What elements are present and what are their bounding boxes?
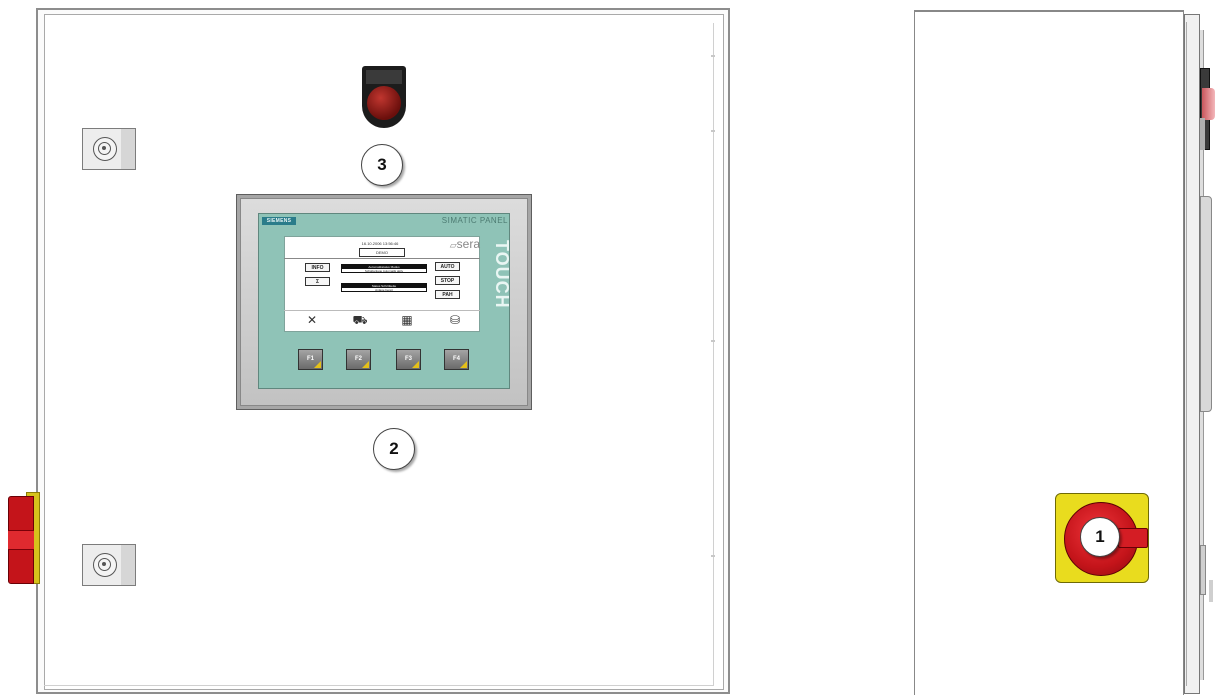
table-icon[interactable]: ▦ [397,313,417,327]
pah-button[interactable]: PAH [435,290,460,299]
function-key-f4[interactable]: F4 [444,349,469,370]
screen-divider [284,310,480,311]
auto-button[interactable]: AUTO [435,262,460,271]
brand-logo: SIEMENS [262,217,296,225]
door-lock-bottom[interactable] [82,544,136,586]
function-key-f3[interactable]: F3 [396,349,421,370]
side-cabinet-top-edge [914,10,1184,12]
panel-model-label: SIMATIC PANEL [441,216,508,225]
door-edge-mark [711,555,715,557]
callout-main-switch: 1 [1080,517,1120,557]
door-edge-mark [711,340,715,342]
main-switch-grip [8,530,34,550]
signal-lamp-lens [367,86,401,120]
status-mode-block: Automatikstatus Modus Schaltanlage Autom… [341,264,427,273]
function-key-f2[interactable]: F2 [346,349,371,370]
screen-divider [284,258,480,259]
touch-label: TOUCH [492,240,512,309]
sum-button[interactable]: Σ [305,277,330,286]
callout-lamp: 3 [361,144,403,186]
side-lock-bottom [1200,545,1206,595]
pump-icon[interactable]: ⛟ [350,313,370,329]
main-switch-handle[interactable] [1118,528,1148,548]
side-hmi-profile [1200,196,1212,412]
signal-lamp [362,66,406,128]
side-lamp-lens [1202,88,1215,120]
tools-icon[interactable]: ✕ [302,313,322,327]
side-lock-top [1200,118,1205,150]
callout-hmi: 2 [373,428,415,470]
door-edge-mark [711,55,715,57]
tank-icon[interactable]: ⛁ [445,313,465,327]
sera-logo: ▱sera [449,237,480,251]
screen-mode-box: DEMO [359,248,405,257]
stop-button[interactable]: STOP [435,276,460,285]
screen-datetime: 16.10.2006 13:56:46 [361,241,399,246]
door-edge-mark [711,130,715,132]
function-key-f1[interactable]: F1 [298,349,323,370]
side-edge-mark [1209,580,1213,602]
status-mode-value: Schaltanlage Automatik aktiv [364,269,404,273]
side-cabinet-body [914,10,1184,695]
lock-cylinder-icon [93,137,117,161]
door-lock-top[interactable] [82,128,136,170]
lock-cylinder-icon [93,553,117,577]
side-door-inner-edge [1186,22,1196,686]
status-sequence-value: Anlage bereit [375,288,393,292]
info-button[interactable]: INFO [305,263,330,272]
status-sequence-block: Status Schrittkette Anlage bereit [341,283,427,292]
